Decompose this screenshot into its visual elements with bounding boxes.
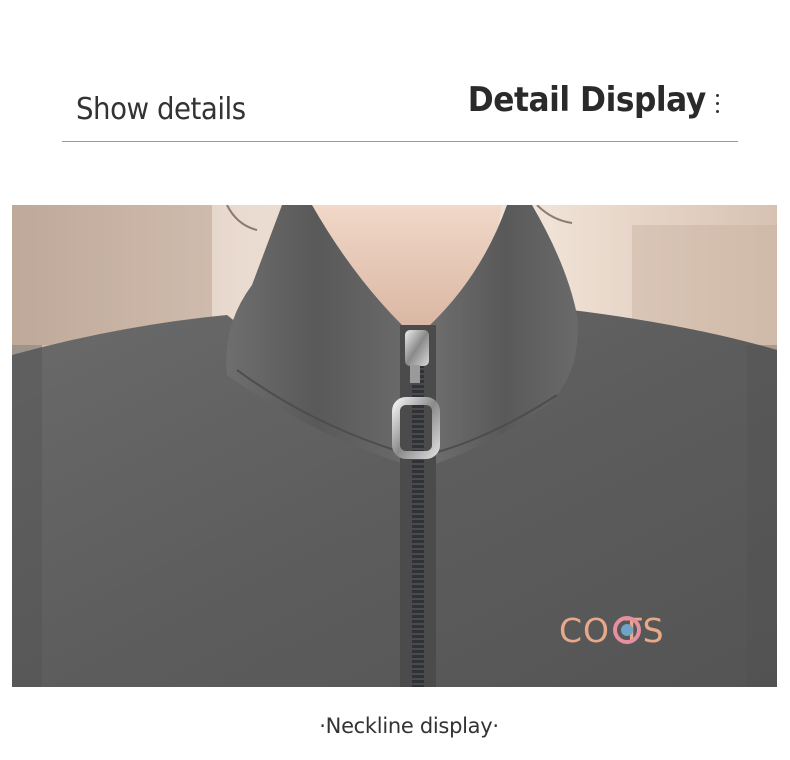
embroidery-text: CO TS (559, 611, 665, 650)
section-title-left: Show details (76, 92, 246, 127)
vertical-dots-icon (714, 94, 720, 116)
header-divider (62, 141, 738, 142)
embroidery-logo: CO TS (559, 611, 665, 650)
neckline-photo: CO TS (12, 205, 777, 687)
zipper-slider (405, 330, 429, 366)
section-title-right: Detail Display (467, 80, 707, 120)
photo-caption: ·Neckline display· (319, 714, 499, 738)
